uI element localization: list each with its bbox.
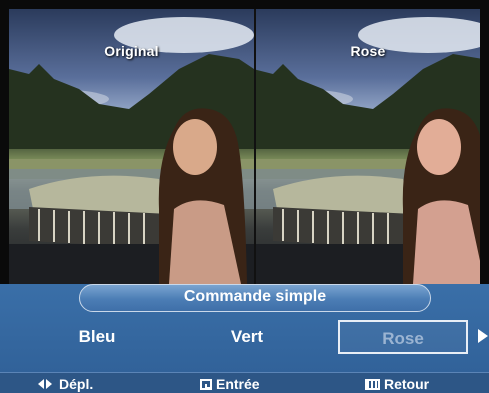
menu-icon: [365, 378, 380, 390]
original-label: Original: [104, 43, 159, 59]
rose-picture-panel: Rose: [256, 9, 480, 284]
move-label: Dépl.: [59, 376, 94, 392]
footer-hints: Dépl. Entrée Retour: [0, 372, 489, 393]
menu-title: Commande simple: [183, 288, 327, 305]
left-right-arrows-icon: [38, 378, 55, 390]
enter-icon: [200, 378, 212, 390]
tv-screen: Original Rose Commande simple Bleu Vert …: [0, 0, 489, 393]
return-hint: Retour: [365, 374, 429, 393]
enter-label: Entrée: [216, 376, 260, 392]
enter-hint: Entrée: [200, 374, 260, 393]
return-label: Retour: [384, 376, 430, 392]
option-rose-selected[interactable]: Rose: [338, 320, 468, 354]
option-bleu[interactable]: Bleu: [32, 320, 162, 354]
osd-menu: Commande simple Bleu Vert Rose Dépl. Ent…: [0, 284, 489, 393]
menu-title-bar: Commande simple: [79, 284, 431, 312]
original-picture-panel: Original: [9, 9, 254, 284]
option-vert[interactable]: Vert: [182, 320, 312, 354]
move-hint: Dépl.: [38, 374, 93, 393]
rose-label: Rose: [350, 43, 386, 59]
arrow-right-icon[interactable]: [478, 329, 488, 343]
